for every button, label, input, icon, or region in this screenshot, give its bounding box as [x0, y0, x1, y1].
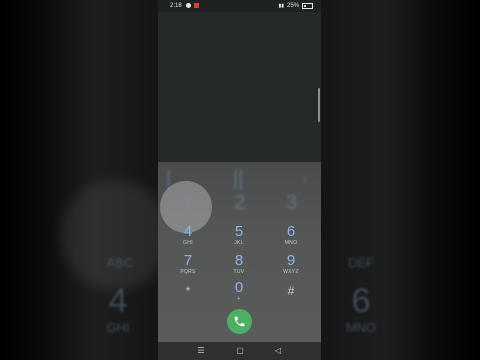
- blurred-glyph: ·: [302, 168, 309, 190]
- signal-icon: ▮▮: [278, 3, 284, 9]
- key-digit: 9: [286, 252, 296, 269]
- record-icon: [194, 3, 199, 8]
- key-star[interactable]: *: [163, 283, 213, 311]
- key-hash[interactable]: #: [266, 283, 316, 311]
- blurred-background-right: DEF 6 MNO: [321, 0, 480, 360]
- status-time: 2:18: [170, 3, 182, 9]
- blurred-key-number: 6: [351, 282, 371, 320]
- key-digit: 8: [234, 252, 244, 269]
- blurred-key-letters: DEF: [348, 255, 374, 270]
- scrollbar[interactable]: [318, 88, 320, 122]
- blurred-key-letters: ABC: [106, 255, 134, 270]
- key-9[interactable]: 9 WXYZ: [266, 253, 316, 281]
- blurred-key-letters: MNO: [345, 320, 377, 335]
- blurred-key-letters: GHI: [106, 320, 130, 335]
- key-digit: 4: [183, 223, 193, 240]
- key-0[interactable]: 0 +: [214, 280, 264, 308]
- back-nav-icon[interactable]: ◁: [273, 346, 283, 356]
- key-digit: 5: [234, 223, 244, 240]
- phone-icon: [234, 316, 245, 327]
- status-system-icons: ▮▮ 25%: [278, 3, 313, 9]
- status-bar: 2:18 ▮▮ 25%: [158, 0, 321, 12]
- key-letters: GHI: [183, 240, 193, 246]
- battery-percent: 25%: [286, 3, 299, 9]
- status-notification-icons: [186, 3, 199, 8]
- key-4[interactable]: 4 GHI: [163, 224, 213, 252]
- key-8[interactable]: 8 TUV: [214, 253, 264, 281]
- key-digit: #: [287, 284, 295, 298]
- key-digit: 7: [183, 252, 193, 269]
- blurred-glyph: 2: [234, 192, 246, 214]
- call-button[interactable]: [227, 309, 252, 334]
- key-digit: 0: [234, 279, 244, 296]
- battery-icon: [302, 3, 313, 9]
- blurred-background-left: ABC 4 GHI: [0, 0, 158, 360]
- blurred-touch-ripple: [60, 180, 158, 290]
- key-letters: +: [237, 296, 241, 302]
- dialpad: | || · ! 2 3 4 GHI 5 JKL 6 MNO 7 PQRS 8 …: [158, 162, 321, 342]
- key-digit: *: [185, 284, 191, 298]
- key-letters: TUV: [233, 269, 245, 275]
- phone-screen: 2:18 ▮▮ 25% | || · ! 2 3 4 GHI 5 JKL 6 M…: [158, 0, 321, 360]
- key-5[interactable]: 5 JKL: [214, 224, 264, 252]
- notification-icon: [186, 3, 191, 8]
- key-letters: WXYZ: [283, 269, 299, 275]
- blurred-glyph: 3: [286, 192, 298, 214]
- key-6[interactable]: 6 MNO: [266, 224, 316, 252]
- blurred-glyph: !: [184, 192, 190, 214]
- blurred-glyph: ||: [233, 168, 244, 190]
- key-digit: 6: [286, 223, 296, 240]
- menu-nav-icon[interactable]: ☰: [196, 346, 206, 356]
- key-7[interactable]: 7 PQRS: [163, 253, 213, 281]
- home-nav-icon[interactable]: ▢: [235, 346, 245, 356]
- number-display-area[interactable]: [158, 12, 321, 162]
- blurred-key-number: 4: [108, 282, 128, 320]
- key-letters: JKL: [234, 240, 244, 246]
- key-letters: MNO: [284, 240, 298, 246]
- navigation-bar: ☰ ▢ ◁: [158, 342, 321, 360]
- key-letters: PQRS: [180, 269, 196, 275]
